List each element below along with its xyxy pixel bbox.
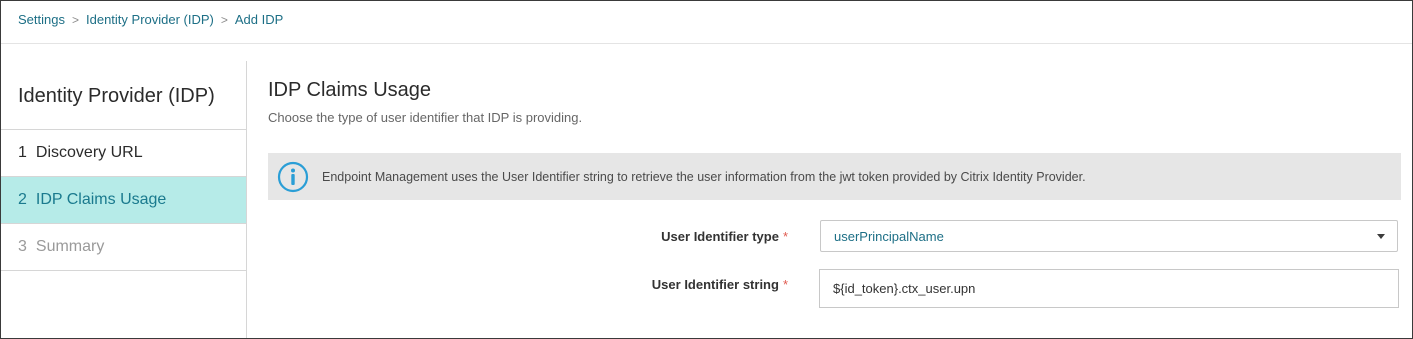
breadcrumb-separator: > (220, 12, 228, 27)
identifier-type-select[interactable]: userPrincipalName (820, 220, 1398, 252)
step-number: 1 (18, 144, 27, 161)
step-label: Discovery URL (35, 144, 143, 161)
step-label: Summary (35, 238, 105, 255)
form-row-identifier-type: User Identifier type * userPrincipalName (268, 220, 1398, 269)
required-mark: * (782, 229, 788, 244)
info-banner: Endpoint Management uses the User Identi… (268, 153, 1401, 200)
required-mark: * (782, 277, 788, 292)
step-label: IDP Claims Usage (35, 191, 167, 208)
step-discovery-url[interactable]: 1 Discovery URL (1, 130, 246, 177)
caret-down-icon (1377, 234, 1385, 239)
step-number: 2 (18, 191, 27, 208)
step-summary[interactable]: 3 Summary (1, 224, 246, 271)
main-content: IDP Claims Usage Choose the type of user… (268, 61, 1401, 318)
header-divider (1, 43, 1412, 44)
identifier-string-label: User Identifier string * (651, 277, 788, 292)
step-idp-claims-usage[interactable]: 2 IDP Claims Usage (1, 177, 246, 224)
breadcrumb-add-idp: Add IDP (234, 12, 284, 27)
breadcrumb-identity-provider[interactable]: Identity Provider (IDP) (86, 12, 214, 27)
identifier-type-label: User Identifier type * (661, 229, 788, 244)
breadcrumb: Settings > Identity Provider (IDP) > Add… (18, 12, 283, 27)
app-frame: Settings > Identity Provider (IDP) > Add… (0, 0, 1413, 339)
step-number: 3 (18, 238, 27, 255)
wizard-title: Identity Provider (IDP) (1, 61, 246, 130)
breadcrumb-settings[interactable]: Settings (18, 12, 65, 27)
identifier-string-input[interactable] (819, 269, 1399, 308)
page-subtitle: Choose the type of user identifier that … (268, 110, 583, 125)
identifier-type-value: userPrincipalName (834, 228, 944, 244)
wizard-sidebar: Identity Provider (IDP) 1 Discovery URL … (1, 61, 247, 338)
page-title: IDP Claims Usage (268, 79, 432, 101)
info-text: Endpoint Management uses the User Identi… (322, 169, 1086, 184)
breadcrumb-separator: > (71, 12, 79, 27)
form-row-identifier-string: User Identifier string * (268, 269, 1399, 318)
info-icon (277, 161, 309, 192)
